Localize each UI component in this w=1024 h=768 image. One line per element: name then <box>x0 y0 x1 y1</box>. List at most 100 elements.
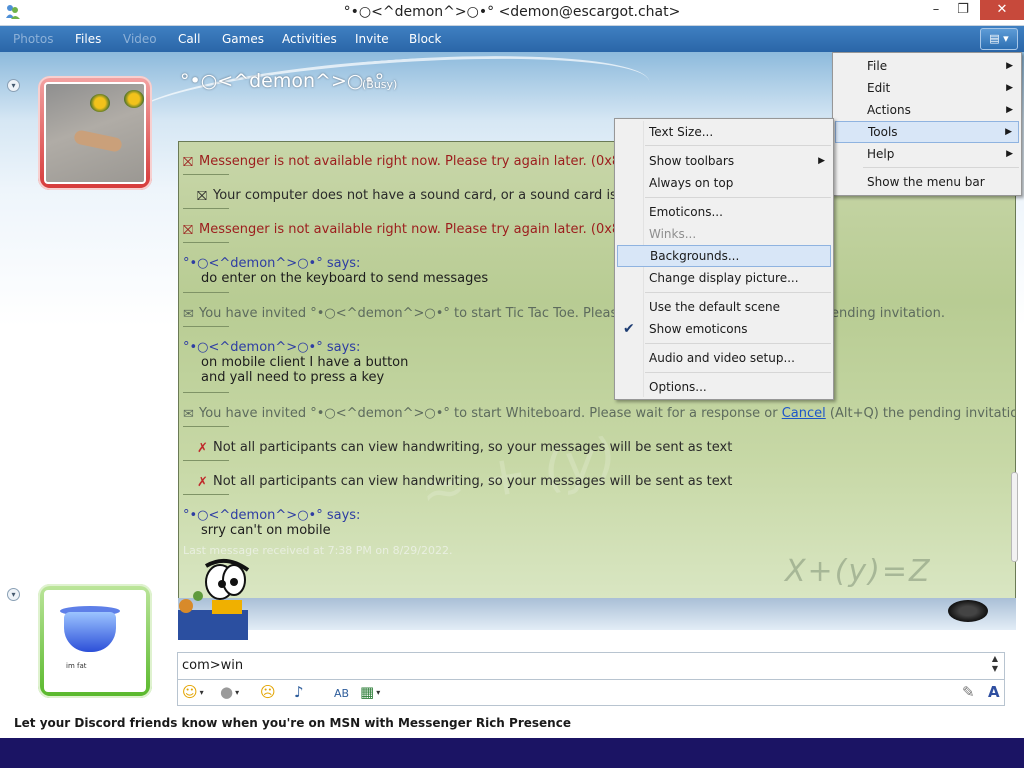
toolbar-block[interactable]: Block <box>409 32 441 46</box>
chevron-right-icon: ▶ <box>1005 127 1012 137</box>
system-message: ✗ Not all participants can view handwriti… <box>197 474 733 490</box>
background-formula: X+(y)=Z <box>785 554 932 589</box>
message-input[interactable]: com>win <box>177 652 1005 680</box>
menu-item-emoticons[interactable]: Emoticons... <box>617 201 831 223</box>
invite-message: ✉ You have invited °•○<^demon^>○•° to sta… <box>183 306 674 322</box>
text-mode-icon: A <box>988 683 1000 701</box>
nudge-icon: ☹ <box>260 683 276 701</box>
message-line: srry can't on mobile <box>201 523 331 538</box>
conversation-history[interactable]: ≈ + (y) X+(y)=Z ⛝ Messenger is not availa… <box>178 141 1016 599</box>
menu-separator <box>645 197 831 198</box>
my-display-picture: im fat <box>44 590 146 692</box>
contact-status: (Busy) <box>362 78 398 91</box>
my-avatar-frame[interactable]: im fat <box>38 584 152 698</box>
toolbar-files[interactable]: Files <box>75 32 101 46</box>
chat-message: °•○<^demon^>○•° says: on mobile client I… <box>183 340 408 385</box>
pot-shape <box>64 612 116 652</box>
menu-item-show-menu-bar[interactable]: Show the menu bar <box>835 171 1019 193</box>
menu-item-text-size[interactable]: Text Size... <box>617 121 831 143</box>
menu-item-edit[interactable]: Edit ▶ <box>835 77 1019 99</box>
invite-message: ✉ You have invited °•○<^demon^>○•° to sta… <box>183 406 1016 422</box>
menu-item-always-on-top[interactable]: Always on top <box>617 172 831 194</box>
maximize-button[interactable]: ❐ <box>948 0 978 20</box>
menu-item-winks: Winks... <box>649 227 697 241</box>
font-icon: AB <box>334 687 350 700</box>
menu-separator <box>863 167 1019 168</box>
invite-message-tail: ending invitation. <box>831 306 945 321</box>
voice-clip-button[interactable]: ♪ <box>294 684 304 700</box>
menu-item-show-emoticons[interactable]: ✔ Show emoticons <box>617 318 831 340</box>
chevron-down-icon: ▾ <box>199 688 204 697</box>
chevron-right-icon: ▶ <box>818 156 825 166</box>
wink-icon: ● <box>220 683 234 701</box>
error-icon: ⛝ <box>183 223 193 238</box>
message-separator <box>183 208 229 209</box>
collapse-my-picture-icon[interactable]: ▾ <box>7 588 20 601</box>
message-line: and yall need to press a key <box>201 370 385 385</box>
menu-item-backgrounds[interactable]: Backgrounds... <box>617 245 831 267</box>
background-icon: ▦ <box>360 683 375 701</box>
pen-icon: ✎ <box>962 683 975 701</box>
scene-dock-icon <box>948 600 988 622</box>
show-menu-button[interactable]: ▤ ▾ <box>980 28 1018 50</box>
menu-item-default-scene[interactable]: Use the default scene <box>617 296 831 318</box>
close-button[interactable]: ✕ <box>980 0 1024 20</box>
promo-banner[interactable]: Let your Discord friends know when you'r… <box>14 716 571 730</box>
contact-name: °•○<^demon^>○•° <box>180 70 385 92</box>
history-scrollbar[interactable] <box>1011 472 1018 562</box>
menu-item-show-toolbars[interactable]: Show toolbars ▶ <box>617 150 831 172</box>
flower-pot-right <box>124 90 144 108</box>
error-message: ⛝ Messenger is not available right now. P… <box>183 154 669 170</box>
message-separator <box>183 174 229 175</box>
envelope-icon: ✉ <box>183 307 194 322</box>
menu-item-help[interactable]: Help ▶ <box>835 143 1019 165</box>
input-scroll-arrows-icon[interactable]: ▲ ▼ <box>988 654 1002 678</box>
collapse-contact-icon[interactable]: ▾ <box>7 79 20 92</box>
menu-item-change-display-picture[interactable]: Change display picture... <box>617 267 831 289</box>
font-button[interactable]: AB <box>334 686 349 702</box>
background-picker-button[interactable]: ▦ ▾ <box>360 684 380 701</box>
contact-avatar-frame[interactable] <box>38 76 152 190</box>
message-separator <box>183 242 229 243</box>
message-sender: °•○<^demon^>○•° says: <box>183 256 361 271</box>
toolbar-invite[interactable]: Invite <box>355 32 389 46</box>
handwriting-warning-icon: ✗ <box>197 475 208 490</box>
toolbar-video[interactable]: Video <box>123 32 157 46</box>
toolbar-photos[interactable]: Photos <box>13 32 53 46</box>
toolbar-call[interactable]: Call <box>178 32 200 46</box>
chat-message: °•○<^demon^>○•° says: srry can't on mobi… <box>183 508 360 538</box>
toolbar-activities[interactable]: Activities <box>282 32 337 46</box>
sound-warning-icon: ⛝ <box>197 189 207 204</box>
chevron-right-icon: ▶ <box>1006 61 1013 71</box>
my-picture-caption: im fat <box>66 662 87 670</box>
handwriting-button[interactable]: ✎ <box>962 684 975 700</box>
contact-display-picture <box>44 82 146 184</box>
handwriting-warning-icon: ✗ <box>197 441 208 456</box>
nudge-button[interactable]: ☹ <box>260 684 276 700</box>
wink-picker-button[interactable]: ● ▾ <box>220 684 239 701</box>
chevron-right-icon: ▶ <box>1006 83 1013 93</box>
error-message: ⛝ Messenger is not available right now. P… <box>183 222 669 238</box>
error-icon: ⛝ <box>183 155 193 170</box>
toolbar-games[interactable]: Games <box>222 32 264 46</box>
cancel-invitation-link[interactable]: Cancel <box>782 406 826 421</box>
message-line: do enter on the keyboard to send message… <box>201 271 489 286</box>
typing-mode-button[interactable]: A <box>988 684 1000 700</box>
last-received-timestamp: Last message received at 7:38 PM on 8/29… <box>183 544 453 557</box>
menu-item-file[interactable]: File ▶ <box>835 55 1019 77</box>
emoticon-picker-button[interactable]: ☺ ▾ <box>182 684 204 701</box>
menu-item-audio-video-setup[interactable]: Audio and video setup... <box>617 347 831 369</box>
menu-separator <box>645 145 831 146</box>
message-separator <box>183 494 229 495</box>
chevron-right-icon: ▶ <box>1006 105 1013 115</box>
tools-submenu: Text Size... Show toolbars ▶ Always on to… <box>614 118 834 400</box>
menu-item-actions[interactable]: Actions ▶ <box>835 99 1019 121</box>
smiley-icon: ☺ <box>182 683 198 701</box>
menu-item-options[interactable]: Options... <box>617 376 831 398</box>
message-separator <box>183 292 229 293</box>
menu-item-tools[interactable]: Tools ▶ <box>835 121 1019 143</box>
minimize-button[interactable]: – <box>921 0 951 20</box>
message-line: on mobile client I have a button <box>201 355 409 370</box>
scene-stage <box>178 598 1016 630</box>
checkmark-icon: ✔ <box>623 321 635 337</box>
